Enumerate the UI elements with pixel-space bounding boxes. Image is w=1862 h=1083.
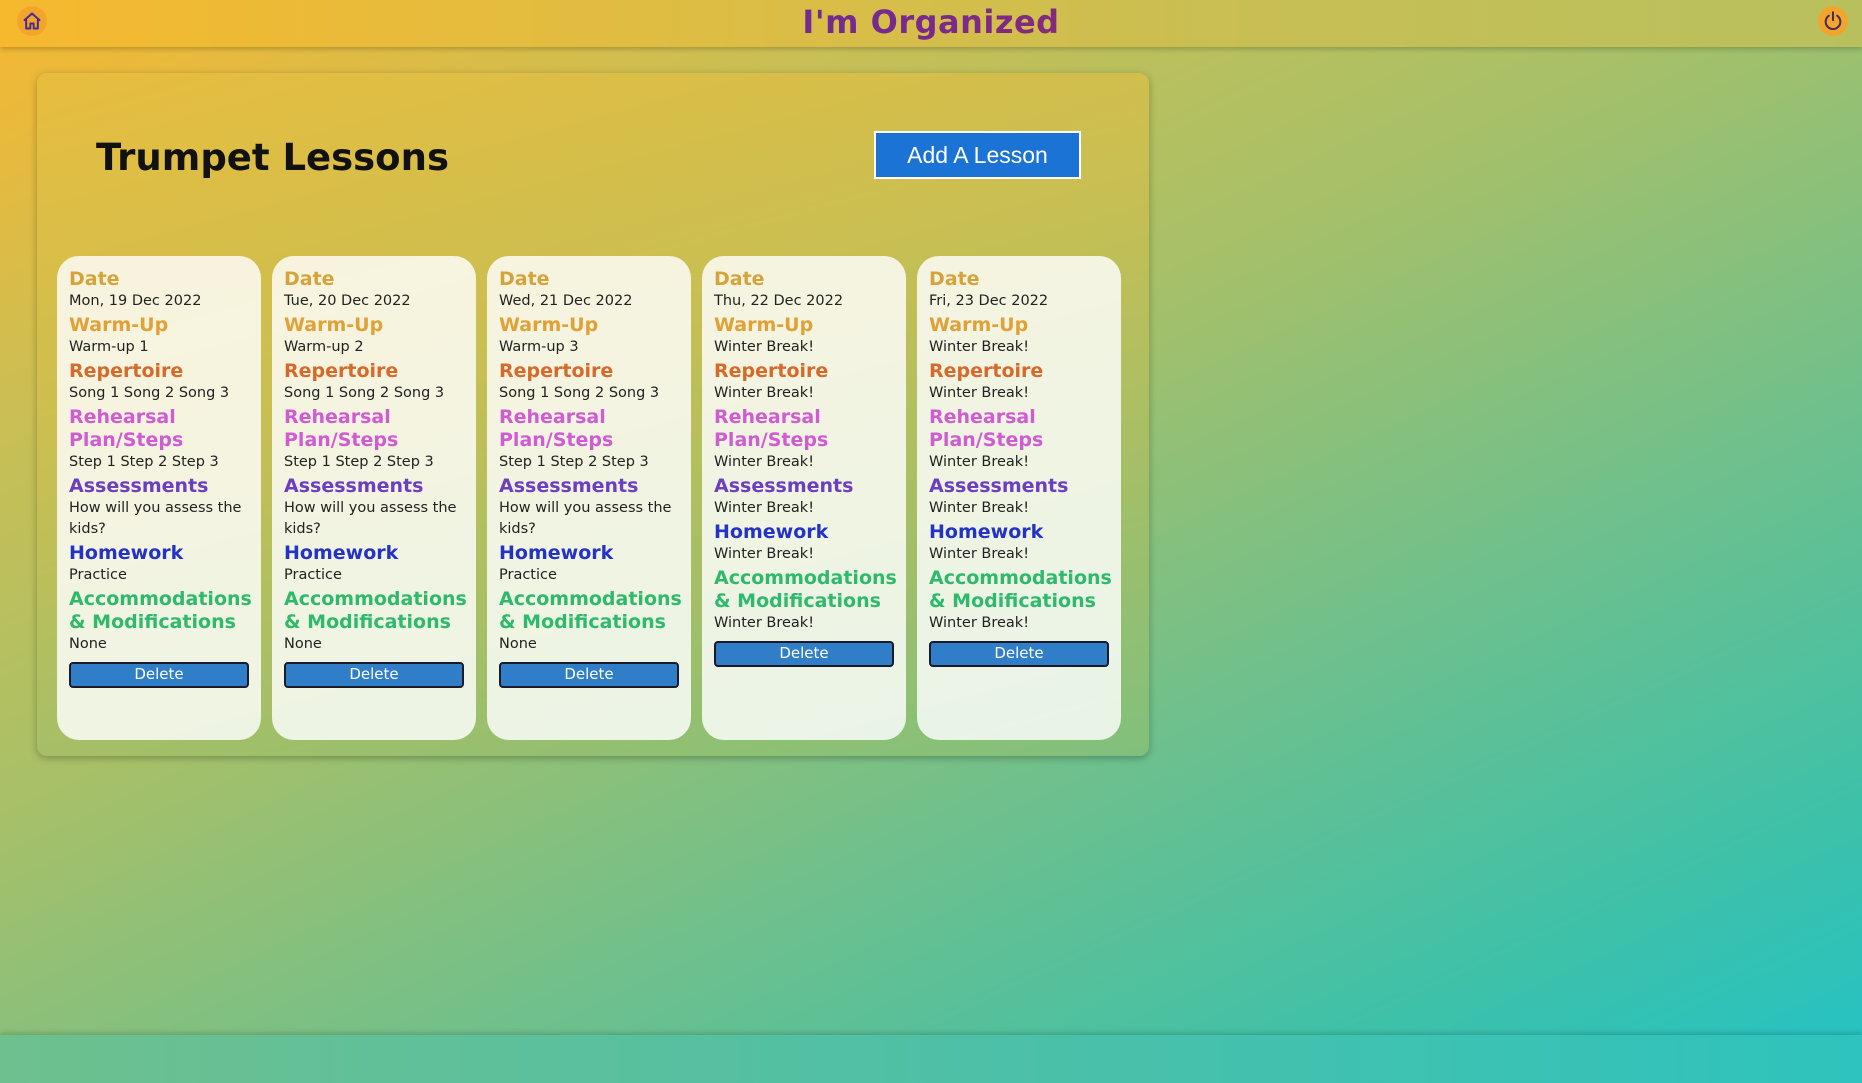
homework-value: Winter Break! <box>929 546 1030 562</box>
accommodations-label: Accommodations & Modifications <box>499 588 682 633</box>
rehearsal-value: Winter Break! <box>929 454 1030 470</box>
delete-button[interactable]: Delete <box>499 662 679 688</box>
repertoire-label: Repertoire <box>69 360 184 382</box>
date-value: Wed, 21 Dec 2022 <box>499 293 633 309</box>
rehearsal-label: Rehearsal Plan/Steps <box>929 406 1044 451</box>
repertoire-value: Song 1 Song 2 Song 3 <box>499 385 660 401</box>
homework-label: Homework <box>284 542 399 564</box>
rehearsal-value: Step 1 Step 2 Step 3 <box>69 454 219 470</box>
assessments-value: How will you assess the kids? <box>69 500 242 537</box>
logout-button[interactable] <box>1818 6 1848 36</box>
homework-value: Winter Break! <box>714 546 815 562</box>
lesson-card: Date Thu, 22 Dec 2022 Warm-Up Winter Break!… <box>702 256 906 740</box>
assessments-label: Assessments <box>499 475 639 497</box>
repertoire-label: Repertoire <box>714 360 829 382</box>
warmup-label: Warm-Up <box>499 314 599 336</box>
lesson-card: Date Tue, 20 Dec 2022 Warm-Up Warm-up 2 Repe… <box>272 256 476 740</box>
warmup-value: Warm-up 1 <box>69 339 149 355</box>
warmup-label: Warm-Up <box>284 314 384 336</box>
homework-value: Practice <box>69 567 127 583</box>
repertoire-label: Repertoire <box>499 360 614 382</box>
lesson-card: Date Wed, 21 Dec 2022 Warm-Up Warm-up 3 Repe… <box>487 256 691 740</box>
lesson-card: Date Mon, 19 Dec 2022 Warm-Up Warm-up 1 Repe… <box>57 256 261 740</box>
date-label: Date <box>714 268 765 290</box>
assessments-value: Winter Break! <box>929 500 1030 516</box>
delete-button[interactable]: Delete <box>714 641 894 667</box>
assessments-value: How will you assess the kids? <box>284 500 457 537</box>
date-label: Date <box>929 268 980 290</box>
date-value: Tue, 20 Dec 2022 <box>284 293 411 309</box>
homework-value: Practice <box>284 567 342 583</box>
rehearsal-label: Rehearsal Plan/Steps <box>714 406 829 451</box>
accommodations-value: Winter Break! <box>714 615 815 631</box>
warmup-value: Winter Break! <box>714 339 815 355</box>
lesson-card: Date Fri, 23 Dec 2022 Warm-Up Winter Break!… <box>917 256 1121 740</box>
accommodations-value: None <box>284 636 322 652</box>
rehearsal-value: Winter Break! <box>714 454 815 470</box>
assessments-value: Winter Break! <box>714 500 815 516</box>
lessons-panel: Trumpet Lessons Add A Lesson Date Mon, 19… <box>37 73 1149 756</box>
accommodations-value: None <box>499 636 537 652</box>
repertoire-value: Song 1 Song 2 Song 3 <box>284 385 445 401</box>
footer-bar <box>0 1035 1862 1083</box>
date-value: Thu, 22 Dec 2022 <box>714 293 844 309</box>
date-value: Mon, 19 Dec 2022 <box>69 293 202 309</box>
accommodations-value: None <box>69 636 107 652</box>
homework-label: Homework <box>714 521 829 543</box>
delete-button[interactable]: Delete <box>929 641 1109 667</box>
app-title: I'm Organized <box>0 3 1862 41</box>
rehearsal-value: Step 1 Step 2 Step 3 <box>499 454 649 470</box>
rehearsal-label: Rehearsal Plan/Steps <box>284 406 399 451</box>
rehearsal-label: Rehearsal Plan/Steps <box>499 406 614 451</box>
add-lesson-button[interactable]: Add A Lesson <box>874 131 1081 179</box>
rehearsal-label: Rehearsal Plan/Steps <box>69 406 184 451</box>
assessments-label: Assessments <box>929 475 1069 497</box>
date-label: Date <box>69 268 120 290</box>
warmup-label: Warm-Up <box>714 314 814 336</box>
assessments-label: Assessments <box>714 475 854 497</box>
repertoire-value: Winter Break! <box>929 385 1030 401</box>
assessments-label: Assessments <box>284 475 424 497</box>
rehearsal-value: Step 1 Step 2 Step 3 <box>284 454 434 470</box>
delete-button[interactable]: Delete <box>69 662 249 688</box>
repertoire-value: Song 1 Song 2 Song 3 <box>69 385 230 401</box>
warmup-label: Warm-Up <box>69 314 169 336</box>
warmup-label: Warm-Up <box>929 314 1029 336</box>
accommodations-label: Accommodations & Modifications <box>284 588 467 633</box>
warmup-value: Warm-up 3 <box>499 339 579 355</box>
accommodations-value: Winter Break! <box>929 615 1030 631</box>
homework-label: Homework <box>499 542 614 564</box>
repertoire-label: Repertoire <box>929 360 1044 382</box>
repertoire-value: Winter Break! <box>714 385 815 401</box>
assessments-label: Assessments <box>69 475 209 497</box>
delete-button[interactable]: Delete <box>284 662 464 688</box>
date-label: Date <box>499 268 550 290</box>
homework-label: Homework <box>929 521 1044 543</box>
homework-value: Practice <box>499 567 557 583</box>
accommodations-label: Accommodations & Modifications <box>929 567 1112 612</box>
repertoire-label: Repertoire <box>284 360 399 382</box>
homework-label: Homework <box>69 542 184 564</box>
date-label: Date <box>284 268 335 290</box>
top-bar: I'm Organized <box>0 0 1862 47</box>
power-icon <box>1824 11 1842 31</box>
warmup-value: Warm-up 2 <box>284 339 364 355</box>
page-title: Trumpet Lessons <box>96 136 449 179</box>
assessments-value: How will you assess the kids? <box>499 500 672 537</box>
date-value: Fri, 23 Dec 2022 <box>929 293 1049 309</box>
accommodations-label: Accommodations & Modifications <box>714 567 897 612</box>
warmup-value: Winter Break! <box>929 339 1030 355</box>
accommodations-label: Accommodations & Modifications <box>69 588 252 633</box>
